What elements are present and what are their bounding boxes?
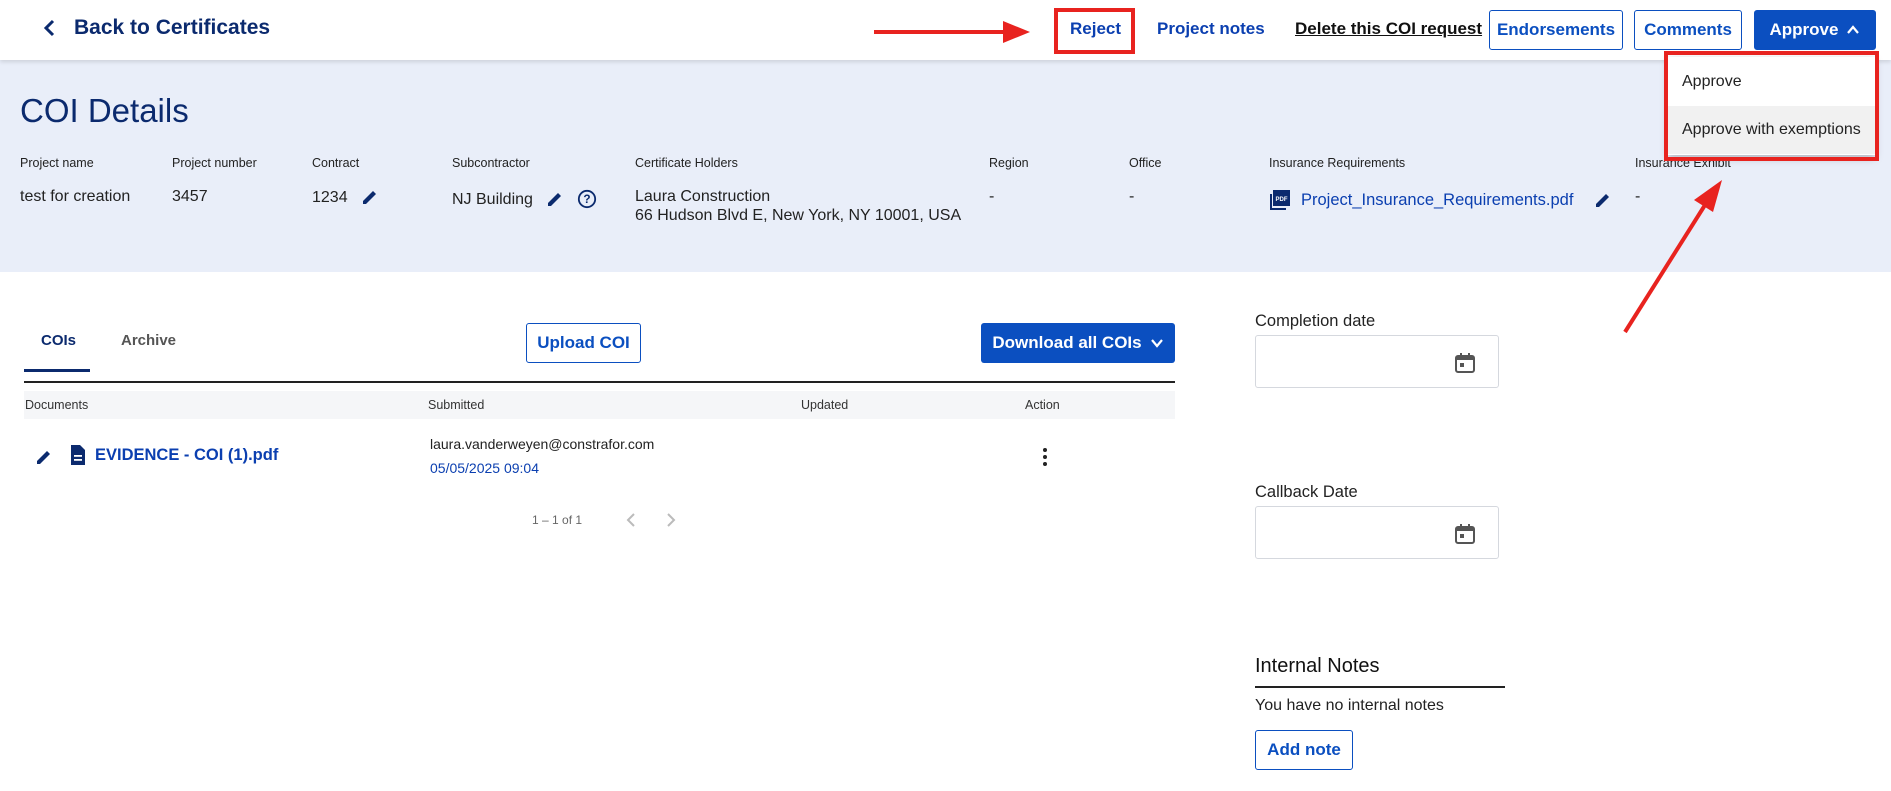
table-top-divider	[24, 381, 1175, 383]
certificate-holder-address: 66 Hudson Blvd E, New York, NY 10001, US…	[635, 207, 962, 224]
subcontractor-value: NJ Building	[452, 190, 533, 208]
project-number-label: Project number	[172, 156, 257, 170]
insurance-requirements-file-link[interactable]: Project_Insurance_Requirements.pdf	[1301, 191, 1573, 210]
project-name-label: Project name	[20, 156, 94, 170]
tab-cois[interactable]: COIs	[41, 332, 76, 349]
project-name-value: test for creation	[20, 188, 131, 205]
submitted-by-email: laura.vanderweyen@constrafor.com	[430, 436, 655, 452]
chevron-left-icon	[43, 19, 55, 37]
project-number-value: 3457	[172, 188, 208, 205]
certificate-holders-label: Certificate Holders	[635, 156, 738, 170]
column-header-updated: Updated	[801, 398, 849, 412]
approve-dropdown-menu: Approve Approve with exemptions	[1668, 57, 1875, 155]
subcontractor-field: NJ Building ?	[452, 189, 597, 209]
download-all-cois-button[interactable]: Download all COIs	[981, 323, 1175, 363]
internal-notes-empty-text: You have no internal notes	[1255, 697, 1444, 714]
column-header-documents: Documents	[25, 398, 89, 412]
office-value: -	[1129, 188, 1135, 205]
internal-notes-divider	[1255, 686, 1505, 688]
pdf-icon: PDF	[1270, 190, 1290, 210]
document-file-link[interactable]: EVIDENCE - COI (1).pdf	[95, 446, 278, 465]
chevron-up-icon	[1847, 25, 1860, 34]
callback-date-label: Callback Date	[1255, 483, 1358, 501]
insurance-requirements-label: Insurance Requirements	[1269, 156, 1406, 170]
svg-text:PDF: PDF	[1276, 197, 1288, 203]
add-note-button[interactable]: Add note	[1255, 730, 1353, 770]
active-tab-indicator	[24, 369, 90, 372]
calendar-icon[interactable]	[1454, 523, 1476, 545]
certificate-holder-name: Laura Construction	[635, 188, 771, 205]
calendar-icon[interactable]	[1454, 352, 1476, 374]
menu-item-approve-with-exemptions[interactable]: Approve with exemptions	[1668, 106, 1875, 154]
back-to-certificates-link[interactable]: Back to Certificates	[40, 16, 270, 40]
contract-label: Contract	[312, 156, 360, 170]
page-title: COI Details	[20, 92, 189, 129]
reject-button[interactable]: Reject	[1070, 19, 1121, 39]
menu-item-approve[interactable]: Approve	[1668, 58, 1875, 106]
endorsements-button[interactable]: Endorsements	[1489, 10, 1623, 50]
subcontractor-label: Subcontractor	[452, 156, 530, 170]
edit-subcontractor-pencil-icon[interactable]	[545, 189, 565, 209]
document-icon	[71, 445, 85, 465]
insurance-requirements-field: PDF Project_Insurance_Requirements.pdf	[1269, 189, 1613, 211]
upload-coi-button[interactable]: Upload COI	[526, 323, 641, 363]
callback-date-input[interactable]	[1255, 506, 1499, 559]
more-vertical-icon[interactable]	[1041, 447, 1049, 467]
contract-value: 1234	[312, 188, 348, 206]
approve-button[interactable]: Approve	[1754, 10, 1876, 50]
help-icon[interactable]: ?	[577, 189, 597, 209]
insurance-exhibit-value: -	[1635, 188, 1641, 205]
insurance-exhibit-label: Insurance Exhibit	[1635, 156, 1731, 170]
column-header-action: Action	[1025, 398, 1060, 412]
approve-button-label: Approve	[1769, 20, 1839, 39]
svg-text:?: ?	[583, 192, 590, 206]
coi-details-band	[0, 60, 1891, 272]
top-bar: Back to Certificates Reject Project note…	[0, 0, 1891, 60]
project-notes-button[interactable]: Project notes	[1157, 19, 1265, 39]
submitted-timestamp: 05/05/2025 09:04	[430, 460, 539, 476]
region-value: -	[989, 188, 995, 205]
delete-coi-request-button[interactable]: Delete this COI request	[1295, 19, 1482, 39]
download-all-cois-label: Download all COIs	[992, 333, 1142, 352]
tab-archive[interactable]: Archive	[121, 332, 176, 349]
completion-date-label: Completion date	[1255, 312, 1376, 330]
office-label: Office	[1129, 156, 1162, 170]
back-label: Back to Certificates	[74, 16, 271, 39]
edit-document-pencil-icon[interactable]	[34, 447, 54, 467]
column-header-submitted: Submitted	[428, 398, 485, 412]
region-label: Region	[989, 156, 1029, 170]
completion-date-input[interactable]	[1255, 335, 1499, 388]
comments-button[interactable]: Comments	[1634, 10, 1742, 50]
table-header-row	[24, 391, 1175, 419]
contract-field: 1234	[312, 187, 380, 207]
edit-insurance-requirements-pencil-icon[interactable]	[1593, 190, 1613, 210]
chevron-down-icon	[1150, 339, 1163, 348]
edit-contract-pencil-icon[interactable]	[360, 187, 380, 207]
previous-page-icon[interactable]	[625, 512, 637, 528]
next-page-icon[interactable]	[665, 512, 677, 528]
pagination-range: 1 – 1 of 1	[532, 513, 583, 527]
internal-notes-title: Internal Notes	[1255, 655, 1380, 677]
